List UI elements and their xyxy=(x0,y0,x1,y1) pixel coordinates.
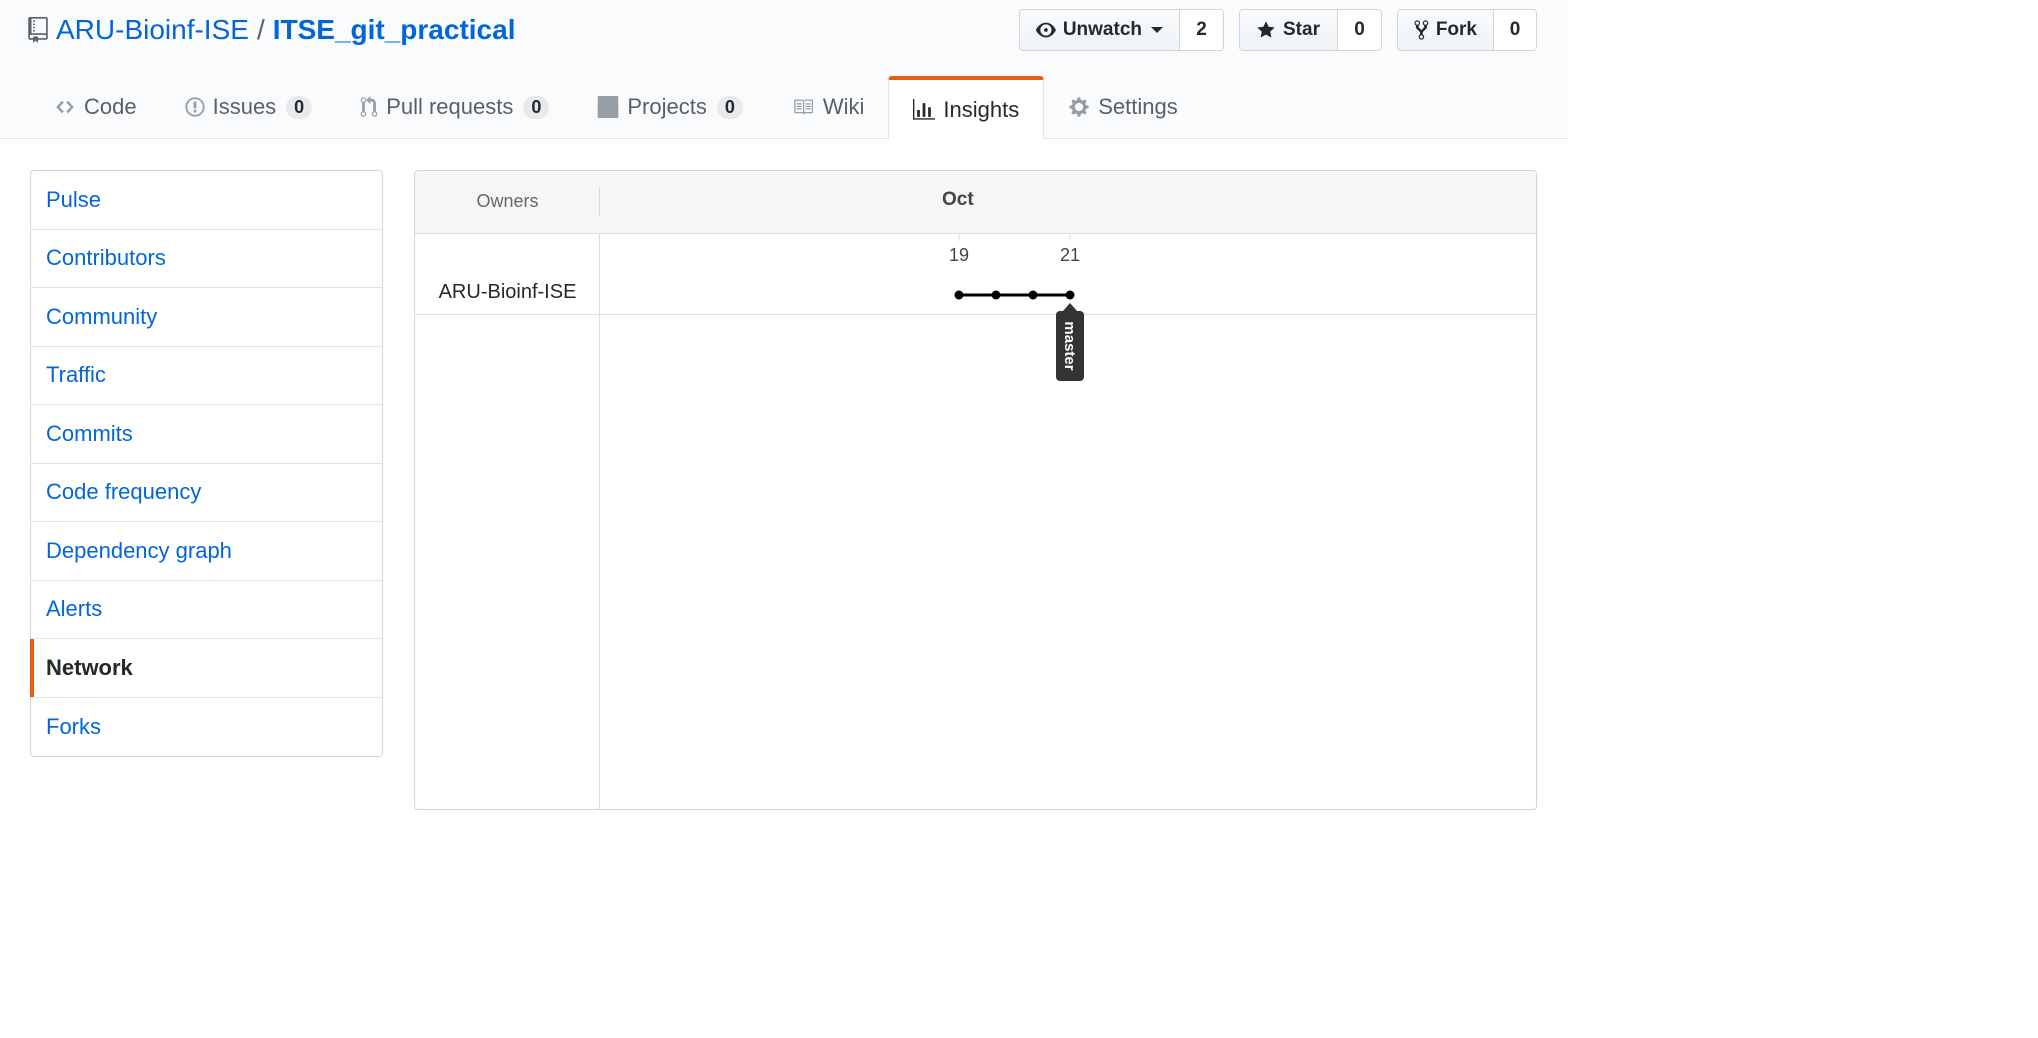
sidebar-item-dependency-graph[interactable]: Dependency graph xyxy=(31,522,382,581)
issue-icon xyxy=(184,96,205,118)
path-separator: / xyxy=(256,14,265,45)
commit-dot[interactable] xyxy=(1065,290,1075,300)
commit-dot[interactable] xyxy=(954,290,964,300)
commit-dot[interactable] xyxy=(1028,290,1038,300)
sidebar-item-community[interactable]: Community xyxy=(31,288,382,347)
sidebar-item-forks[interactable]: Forks xyxy=(31,698,382,757)
repo-header: ARU-Bioinf-ISE / ITSE_git_practical Unwa… xyxy=(0,0,1568,139)
commit-dot[interactable] xyxy=(991,290,1001,300)
unwatch-button[interactable]: Unwatch xyxy=(1020,10,1180,50)
graph-icon xyxy=(913,98,936,121)
insights-sidebar: Pulse Contributors Community Traffic Com… xyxy=(30,170,383,757)
day-label: 19 xyxy=(949,245,969,265)
tab-label: Pull requests xyxy=(386,94,514,119)
eye-icon xyxy=(1036,22,1056,38)
sidebar-item-alerts[interactable]: Alerts xyxy=(31,581,382,639)
branch-label-tag[interactable]: master xyxy=(1056,303,1084,381)
repo-nav: Code Issues 0 Pull requests 0 Projects 0… xyxy=(30,76,1202,139)
book-icon xyxy=(791,97,815,117)
tab-label: Projects xyxy=(627,94,707,119)
sidebar-item-network[interactable]: Network xyxy=(30,639,382,698)
network-graph[interactable]: Owners Oct ARU-Bioinf-ISE 19 21 master xyxy=(414,170,1537,810)
chevron-down-icon xyxy=(1151,27,1163,33)
tab-label: Code xyxy=(84,94,137,119)
tab-code[interactable]: Code xyxy=(30,76,161,138)
forks-count[interactable]: 0 xyxy=(1494,10,1536,50)
sidebar-item-traffic[interactable]: Traffic xyxy=(31,347,382,405)
star-group: Star 0 xyxy=(1239,9,1382,51)
issues-counter: 0 xyxy=(286,95,313,119)
owner-link[interactable]: ARU-Bioinf-ISE xyxy=(56,14,249,46)
network-graph-canvas: 19 21 master xyxy=(949,233,1084,381)
tab-label: Settings xyxy=(1098,94,1178,119)
repo-name-link[interactable]: ITSE_git_practical xyxy=(273,14,516,46)
sidebar-item-code-frequency[interactable]: Code frequency xyxy=(31,464,382,522)
sidebar-item-contributors[interactable]: Contributors xyxy=(31,230,382,288)
gear-icon xyxy=(1068,96,1090,118)
branch-name: master xyxy=(1061,321,1078,370)
star-button[interactable]: Star xyxy=(1240,10,1338,50)
watchers-count[interactable]: 2 xyxy=(1180,10,1223,50)
repo-title: ARU-Bioinf-ISE / ITSE_git_practical xyxy=(28,10,515,50)
tab-label: Wiki xyxy=(822,94,865,119)
project-icon xyxy=(597,96,619,118)
tab-label: Insights xyxy=(943,96,1020,122)
tab-projects[interactable]: Projects 0 xyxy=(573,76,766,138)
tab-wiki[interactable]: Wiki xyxy=(767,76,889,138)
tab-insights[interactable]: Insights xyxy=(888,76,1045,139)
fork-icon xyxy=(1414,20,1429,40)
tab-label: Issues xyxy=(212,94,277,119)
day-label: 21 xyxy=(1060,245,1080,265)
watch-group: Unwatch 2 xyxy=(1019,9,1224,51)
pull-request-icon xyxy=(360,96,378,118)
sidebar-item-commits[interactable]: Commits xyxy=(31,405,382,464)
stargazers-count[interactable]: 0 xyxy=(1338,10,1381,50)
star-icon xyxy=(1257,21,1275,38)
code-icon xyxy=(54,97,76,117)
tab-settings[interactable]: Settings xyxy=(1044,76,1202,138)
unwatch-label: Unwatch xyxy=(1062,19,1142,40)
repo-icon xyxy=(28,17,48,43)
fork-label: Fork xyxy=(1435,19,1477,40)
tab-pull-requests[interactable]: Pull requests 0 xyxy=(336,76,573,138)
star-label: Star xyxy=(1283,19,1320,40)
projects-counter: 0 xyxy=(716,95,743,119)
sidebar-item-pulse[interactable]: Pulse xyxy=(31,171,382,230)
tab-issues[interactable]: Issues 0 xyxy=(161,76,337,138)
fork-button[interactable]: Fork xyxy=(1398,10,1494,50)
pull-requests-counter: 0 xyxy=(523,95,550,119)
fork-group: Fork 0 xyxy=(1397,9,1537,51)
